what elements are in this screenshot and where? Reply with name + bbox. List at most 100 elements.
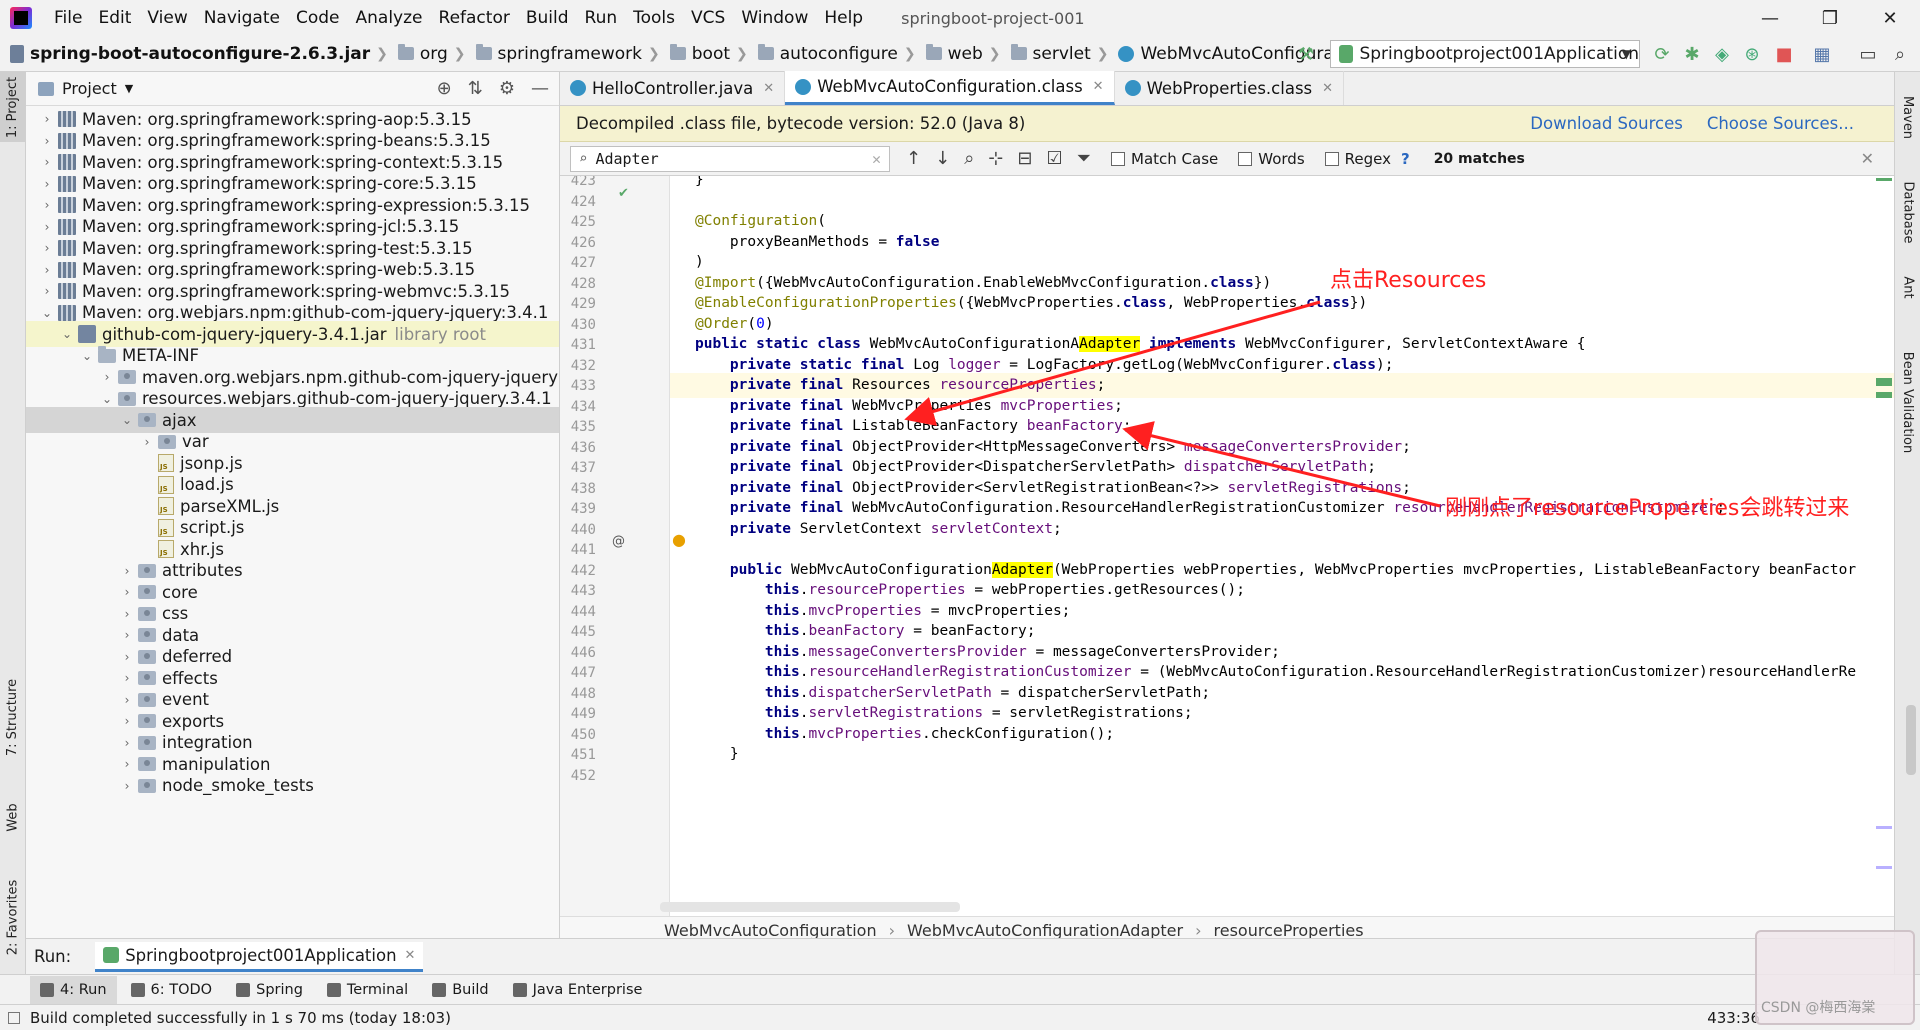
close-tab-icon[interactable]: ✕ xyxy=(763,81,774,96)
rerun-icon[interactable]: ⟳ xyxy=(1650,42,1674,66)
editor-tab[interactable]: WebProperties.class ✕ xyxy=(1115,71,1345,105)
remove-selection-icon[interactable]: ⊟ xyxy=(1017,148,1032,169)
words-checkbox[interactable]: Words xyxy=(1238,150,1305,168)
tab-web[interactable]: Web xyxy=(0,792,26,842)
code-line[interactable]: private ServletContext servletContext; xyxy=(695,517,1062,542)
menu-refactor[interactable]: Refactor xyxy=(431,8,518,28)
select-all-occurrences-icon[interactable]: ☑ xyxy=(1046,148,1062,169)
build-hammer-icon[interactable]: ⚒ xyxy=(1294,42,1318,66)
close-tab-icon[interactable]: ✕ xyxy=(1093,79,1104,94)
menu-vcs[interactable]: VCS xyxy=(683,8,733,28)
status-toggle-icon[interactable] xyxy=(8,1011,20,1024)
tab-bean-validation[interactable]: Bean Validation xyxy=(1895,332,1920,472)
menu-help[interactable]: Help xyxy=(816,8,871,28)
chevron-right-icon[interactable]: › xyxy=(40,263,54,277)
chevron-right-icon[interactable]: › xyxy=(120,714,134,728)
download-sources-link[interactable]: Download Sources xyxy=(1530,114,1683,133)
chevron-right-icon[interactable]: › xyxy=(140,435,154,449)
close-find-icon[interactable]: ✕ xyxy=(1861,149,1874,168)
editor-tab[interactable]: WebMvcAutoConfiguration.class ✕ xyxy=(785,71,1115,105)
editor-tab[interactable]: HelloController.java ✕ xyxy=(560,71,786,105)
locate-icon[interactable]: ⊕ xyxy=(437,78,452,99)
previous-occurrence-icon[interactable]: ↑ xyxy=(906,148,921,169)
chevron-right-icon[interactable]: › xyxy=(120,650,134,664)
filter-icon[interactable]: ⏷ xyxy=(1077,148,1091,169)
tab-favorites[interactable]: 2: Favorites xyxy=(0,872,26,962)
code-line[interactable]: proxyBeanMethods = false xyxy=(695,230,940,255)
nav-crumb[interactable]: boot ❯ xyxy=(669,44,754,64)
menu-code[interactable]: Code xyxy=(288,8,348,28)
menu-build[interactable]: Build xyxy=(518,8,577,28)
tool-tab[interactable]: Spring xyxy=(226,976,313,1004)
match-case-checkbox[interactable]: Match Case xyxy=(1111,150,1218,168)
menu-file[interactable]: File xyxy=(46,8,90,28)
chevron-down-icon[interactable]: ⌄ xyxy=(40,306,54,320)
chevron-down-icon[interactable]: ⌄ xyxy=(60,327,74,341)
chevron-right-icon[interactable]: › xyxy=(120,607,134,621)
tab-ant[interactable]: Ant xyxy=(1895,267,1920,307)
chevron-right-icon[interactable]: › xyxy=(120,736,134,750)
menu-navigate[interactable]: Navigate xyxy=(196,8,288,28)
code-line[interactable]: } xyxy=(695,176,704,193)
regex-checkbox[interactable]: Regex xyxy=(1324,150,1391,168)
tab-database[interactable]: Database xyxy=(1895,172,1920,252)
code-line[interactable]: this.mvcProperties.checkConfiguration(); xyxy=(695,722,1114,747)
layout-icon[interactable]: ▭ xyxy=(1856,42,1880,66)
code-line[interactable]: } xyxy=(695,742,739,767)
menu-analyze[interactable]: Analyze xyxy=(348,8,431,28)
chevron-right-icon[interactable]: › xyxy=(120,671,134,685)
run-tab[interactable]: Springbootproject001Application ✕ xyxy=(95,941,424,972)
chevron-down-icon[interactable]: ⌄ xyxy=(80,349,94,363)
run-config-select[interactable]: Springbootproject001Application ▼ xyxy=(1330,40,1640,68)
choose-sources-link[interactable]: Choose Sources... xyxy=(1707,114,1854,133)
find-all-icon[interactable]: ⌕ xyxy=(964,148,974,169)
chevron-right-icon[interactable]: › xyxy=(40,155,54,169)
tool-tab[interactable]: 4: Run xyxy=(30,975,117,1004)
maximize-icon[interactable]: ❐ xyxy=(1800,0,1860,36)
tree-item[interactable]: › node_smoke_tests xyxy=(26,773,559,799)
chevron-down-icon[interactable]: ⌄ xyxy=(100,392,114,406)
chevron-right-icon[interactable]: › xyxy=(40,177,54,191)
hide-panel-icon[interactable]: — xyxy=(531,78,549,99)
menu-tools[interactable]: Tools xyxy=(625,8,683,28)
lightbulb-icon[interactable]: ● xyxy=(672,530,686,549)
nav-crumb[interactable]: org ❯ xyxy=(397,44,472,64)
gear-icon[interactable]: ⚙ xyxy=(499,78,515,99)
close-window-icon[interactable]: ✕ xyxy=(1860,0,1920,36)
chevron-right-icon[interactable]: › xyxy=(100,370,114,384)
close-tab-icon[interactable]: ✕ xyxy=(1322,81,1333,96)
clear-icon[interactable]: ✕ xyxy=(872,150,881,168)
tab-structure[interactable]: 7: Structure xyxy=(0,672,26,762)
chevron-right-icon[interactable]: › xyxy=(120,779,134,793)
caret-position[interactable]: 433:36 xyxy=(1707,1009,1760,1027)
chevron-right-icon[interactable]: › xyxy=(40,198,54,212)
chevron-right-icon[interactable]: › xyxy=(40,134,54,148)
next-occurrence-icon[interactable]: ↓ xyxy=(935,148,950,169)
chevron-right-icon[interactable]: › xyxy=(40,220,54,234)
add-selection-icon[interactable]: ⊹ xyxy=(988,148,1003,169)
regex-help-icon[interactable]: ? xyxy=(1401,150,1410,168)
debug-icon[interactable]: ✱ xyxy=(1680,42,1704,66)
chevron-right-icon[interactable]: › xyxy=(120,585,134,599)
close-icon[interactable]: ✕ xyxy=(405,948,416,963)
tab-project[interactable]: 1: Project xyxy=(0,72,26,142)
chevron-down-icon[interactable]: ▼ xyxy=(125,82,133,95)
tool-tab[interactable]: Terminal xyxy=(317,976,418,1004)
nav-crumb[interactable]: web ❯ xyxy=(925,44,1007,64)
nav-crumb[interactable]: autoconfigure ❯ xyxy=(757,44,922,64)
menu-window[interactable]: Window xyxy=(733,8,816,28)
collapse-all-icon[interactable]: ⇅ xyxy=(468,78,483,99)
chevron-down-icon[interactable]: ⌄ xyxy=(120,413,134,427)
horizontal-scrollbar[interactable] xyxy=(660,902,960,912)
menu-run[interactable]: Run xyxy=(577,8,626,28)
autowired-at-icon[interactable]: @ xyxy=(612,534,625,549)
chevron-right-icon[interactable]: › xyxy=(40,112,54,126)
nav-crumb[interactable]: servlet ❯ xyxy=(1010,44,1115,64)
chevron-right-icon[interactable]: › xyxy=(120,564,134,578)
chevron-right-icon[interactable]: › xyxy=(40,284,54,298)
chevron-right-icon[interactable]: › xyxy=(120,693,134,707)
stop-icon[interactable]: ■ xyxy=(1772,42,1796,66)
tab-maven[interactable]: Maven xyxy=(1895,82,1920,152)
menu-view[interactable]: View xyxy=(139,8,195,28)
tool-tab[interactable]: Java Enterprise xyxy=(503,976,653,1004)
